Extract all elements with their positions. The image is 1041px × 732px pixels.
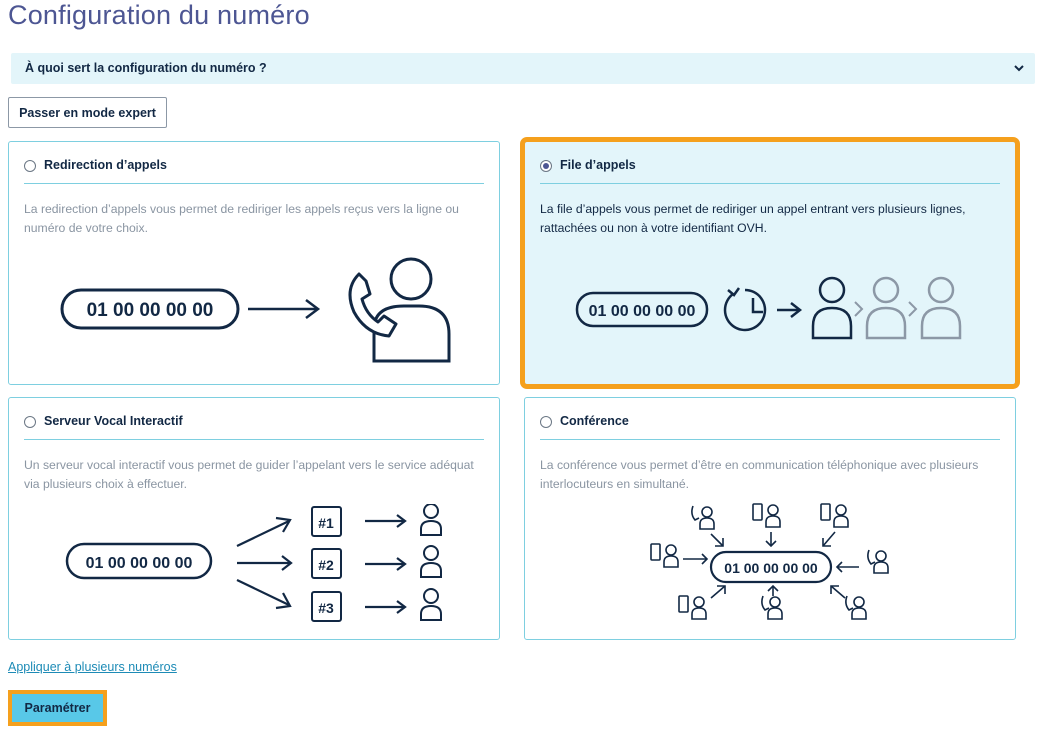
phone-number-label: 01 00 00 00 00 (724, 560, 818, 576)
option-card-svi[interactable]: Serveur Vocal Interactif Un serveur voca… (8, 397, 500, 640)
radio-svi[interactable] (24, 416, 36, 428)
radio-conference[interactable] (540, 416, 552, 428)
configure-button[interactable]: Paramétrer (8, 690, 107, 726)
person-phone-icon (348, 257, 451, 363)
option-card-conference[interactable]: Conférence La conférence vous permet d’ê… (524, 397, 1016, 640)
clock-icon (723, 287, 767, 332)
phone-number-label: 01 00 00 00 00 (86, 555, 193, 572)
key-2-label: #2 (318, 557, 334, 573)
card-header: File d’appels (540, 158, 1000, 184)
key-1-label: #1 (318, 515, 334, 531)
apply-multiple-numbers-link[interactable]: Appliquer à plusieurs numéros (8, 660, 177, 674)
agent-icon-1 (811, 276, 853, 340)
card-header: Redirection d’appels (24, 158, 484, 184)
redirection-illustration: 01 00 00 00 00 (60, 257, 451, 363)
call-queue-illustration: 01 00 00 00 00 (575, 276, 962, 340)
card-description: La file d’appels vous permet de redirige… (540, 202, 966, 235)
card-title: Redirection d’appels (44, 158, 167, 172)
conference-illustration: 01 00 00 00 00 (650, 503, 889, 620)
card-title: Serveur Vocal Interactif (44, 414, 183, 428)
card-header: Conférence (540, 414, 1000, 440)
person-icon-3 (420, 588, 442, 621)
option-card-redirection[interactable]: Redirection d’appels La redirection d’ap… (8, 141, 500, 385)
expert-mode-button[interactable]: Passer en mode expert (8, 97, 167, 128)
radio-file-appels[interactable] (540, 160, 552, 172)
page-title: Configuration du numéro (8, 0, 310, 30)
card-description: La redirection d’appels vous permet de r… (24, 202, 459, 235)
agent-icon-3 (920, 276, 962, 340)
agent-icon-2 (865, 276, 907, 340)
chevron-down-icon (1014, 65, 1024, 72)
person-icon-2 (420, 545, 442, 578)
help-accordion[interactable]: À quoi sert la configuration du numéro ? (11, 53, 1035, 84)
card-description: La conférence vous permet d’être en comm… (540, 458, 979, 491)
card-description: Un serveur vocal interactif vous permet … (24, 458, 474, 491)
phone-number-label: 01 00 00 00 00 (589, 303, 696, 320)
card-header: Serveur Vocal Interactif (24, 414, 484, 440)
card-title: Conférence (560, 414, 629, 428)
person-icon-1 (420, 504, 442, 536)
accordion-label: À quoi sert la configuration du numéro ? (25, 61, 267, 75)
ivr-illustration: 01 00 00 00 00 #1 #2 #3 (65, 504, 442, 622)
card-title: File d’appels (560, 158, 636, 172)
phone-number-label: 01 00 00 00 00 (87, 300, 214, 321)
option-card-file-appels[interactable]: File d’appels La file d’appels vous perm… (520, 137, 1020, 389)
key-3-label: #3 (318, 600, 334, 616)
radio-redirection[interactable] (24, 160, 36, 172)
